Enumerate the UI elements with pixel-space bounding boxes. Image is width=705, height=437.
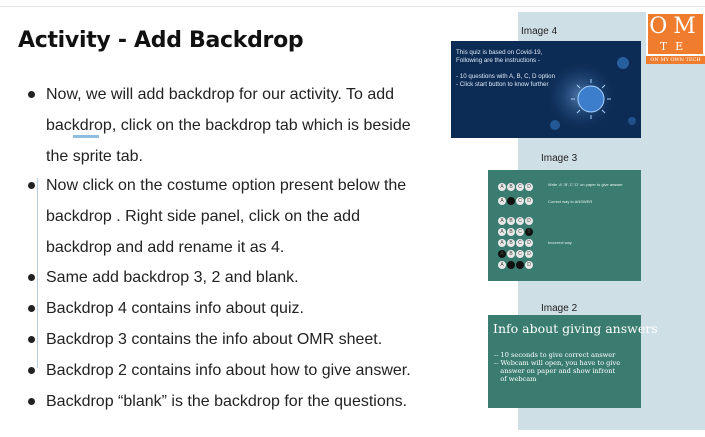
omr-row: ABCD [498,183,534,193]
omr-note-write: Write 'A','B','C','D' on paper to give a… [548,182,623,187]
omr-row: AD [498,261,534,271]
bullet-text: backdrop and add rename it as 4. [46,239,285,256]
image4-caption: Image 4 [521,26,558,37]
image3-omr-backdrop: ABCD ACD ABCD ABCB ABCD ABCD AD Write 'A… [488,170,641,281]
bullet-text: Backdrop 2 contains info about how to gi… [46,362,411,379]
image4-instructions: This quiz is based on Covid-19, Followin… [456,49,556,88]
bullet-dot [28,336,35,343]
bullet-text: Now, we will add backdrop for our activi… [46,86,395,103]
omote-logo: OM TE ON MY OWN TECH [646,12,705,64]
bullet-dot [28,305,35,312]
omr-note-correct: Correct way to ANSWER [548,199,593,204]
bullet-text: backdrop . Right side panel, click on th… [46,208,360,225]
bullet-text: backdrop, click on the backdrop tab whic… [46,117,411,134]
image4-covid-backdrop: This quiz is based on Covid-19, Followin… [451,41,641,138]
image2-heading: Info about giving answers [493,321,658,336]
omr-row: ACD [498,197,534,207]
bullet-dot [28,91,35,98]
bullet-text: Now click on the costume option present … [46,177,407,194]
logo-top: OM [648,14,703,40]
omr-row: ABCD [498,217,534,227]
bullet-text: Backdrop “blank” is the backdrop for the… [46,393,408,410]
bullet-dot [28,367,35,374]
bullet-text: Backdrop 4 contains info about quiz. [46,300,304,317]
logo-bottom: TE [648,40,703,54]
bullet-dot [28,274,35,281]
omr-row: ABCD [498,239,534,249]
top-divider [0,6,705,7]
bullet-text: Same add backdrop 3, 2 and blank. [46,269,299,286]
omr-row: ABCB [498,228,534,238]
omr-note-incorrect: Incorrect way [548,240,572,245]
selection-guide-line [37,178,38,368]
image2-body: -- 10 seconds to give correct answer -- … [494,351,621,383]
bullet-text: the sprite tab. [46,148,143,165]
bullet-text: Backdrop 3 contains the info about OMR s… [46,331,383,348]
bullet-dot [28,182,35,189]
image2-caption: Image 2 [541,303,578,314]
image2-answer-info-backdrop: Info about giving answers -- 10 seconds … [488,315,658,408]
image3-caption: Image 3 [541,153,578,164]
logo-tagline: ON MY OWN TECH [646,56,705,64]
bullet-dot [28,398,35,405]
omr-row: ABCD [498,250,534,260]
slide-title: Activity - Add Backdrop [18,28,304,53]
